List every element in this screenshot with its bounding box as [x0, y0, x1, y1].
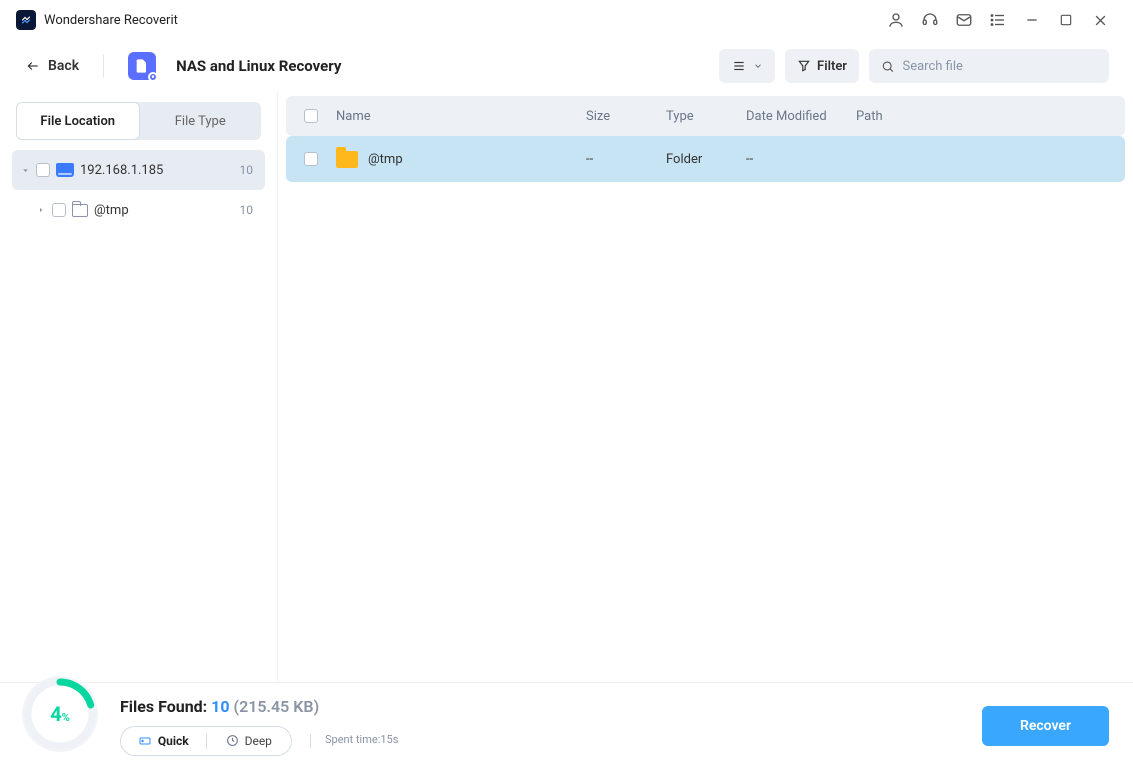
footer: 4% Files Found: 10 (215.45 KB) Quick Dee… [0, 682, 1133, 769]
scan-progress: 4% [18, 672, 102, 756]
recover-button[interactable]: Recover [982, 706, 1109, 746]
mail-icon[interactable] [947, 3, 981, 37]
tree-root-label: 192.168.1.185 [80, 163, 163, 178]
cell-date: -- [746, 152, 856, 167]
maximize-icon[interactable] [1049, 3, 1083, 37]
back-label: Back [48, 58, 79, 74]
deep-scan-button[interactable]: Deep [207, 727, 292, 755]
drive-icon [56, 163, 74, 177]
main: File Location File Type 192.168.1.185 10… [0, 92, 1133, 682]
table-header: Name Size Type Date Modified Path [286, 96, 1125, 136]
search-input[interactable] [903, 59, 1098, 74]
view-mode-button[interactable] [719, 49, 775, 83]
row-checkbox[interactable] [304, 152, 318, 166]
folder-outline-icon [72, 204, 88, 217]
filter-button[interactable]: Filter [785, 49, 859, 83]
chevron-down-icon[interactable] [20, 166, 30, 175]
cell-type: Folder [666, 152, 746, 167]
percent-value: 4 [50, 702, 61, 726]
tab-file-type[interactable]: File Type [140, 102, 262, 140]
titlebar: Wondershare Recoverit [0, 0, 1133, 40]
sidebar: File Location File Type 192.168.1.185 10… [0, 92, 278, 682]
table-row[interactable]: @tmp -- Folder -- [286, 136, 1125, 182]
toolbar: Back NAS and Linux Recovery Filter [0, 40, 1133, 92]
app-logo [16, 10, 36, 30]
app-title: Wondershare Recoverit [44, 13, 178, 28]
tree-root-count: 10 [240, 163, 258, 177]
scan-mode-toggle: Quick Deep [120, 726, 292, 756]
col-size[interactable]: Size [586, 109, 666, 124]
minimize-icon[interactable] [1015, 3, 1049, 37]
tree-child[interactable]: @tmp 10 [12, 190, 265, 230]
chevron-right-icon[interactable] [36, 206, 46, 214]
files-found: Files Found: 10 (215.45 KB) [120, 697, 398, 716]
list-icon[interactable] [981, 3, 1015, 37]
close-icon[interactable] [1083, 3, 1117, 37]
tree-root[interactable]: 192.168.1.185 10 [12, 150, 265, 190]
search-box[interactable] [869, 49, 1109, 83]
divider [103, 54, 104, 78]
sidebar-tabs: File Location File Type [16, 102, 261, 140]
select-all-checkbox[interactable] [304, 109, 318, 123]
checkbox[interactable] [36, 163, 50, 177]
search-icon [881, 59, 895, 74]
filter-label: Filter [817, 59, 847, 74]
folder-icon [336, 151, 358, 168]
tree-child-count: 10 [240, 203, 258, 217]
col-date[interactable]: Date Modified [746, 109, 856, 124]
col-path[interactable]: Path [856, 109, 1125, 124]
quick-scan-button[interactable]: Quick [121, 727, 206, 755]
spent-time: Spent time:15s [310, 733, 398, 747]
checkbox[interactable] [52, 203, 66, 217]
tree-child-label: @tmp [94, 203, 129, 218]
cell-name: @tmp [368, 152, 403, 167]
account-icon[interactable] [879, 3, 913, 37]
nas-mode-icon [128, 52, 156, 80]
col-name[interactable]: Name [336, 109, 586, 124]
mode-title: NAS and Linux Recovery [176, 57, 341, 75]
file-table: Name Size Type Date Modified Path @tmp -… [278, 92, 1133, 682]
back-button[interactable]: Back [24, 58, 79, 74]
cell-size: -- [586, 152, 666, 167]
col-type[interactable]: Type [666, 109, 746, 124]
tab-file-location[interactable]: File Location [16, 102, 140, 140]
support-icon[interactable] [913, 3, 947, 37]
